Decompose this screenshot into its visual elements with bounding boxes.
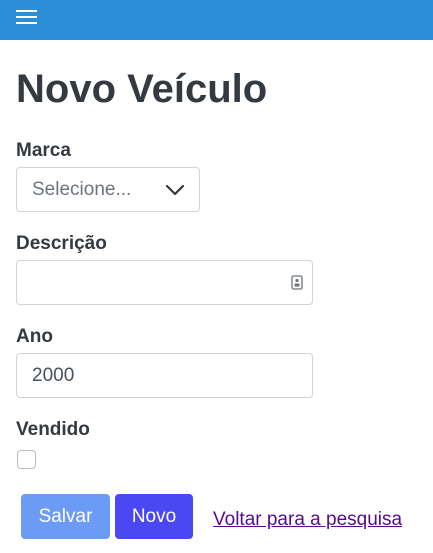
hamburger-line [16,22,37,24]
hamburger-line [16,16,37,18]
marca-selected-value: Selecione... [32,179,132,200]
hamburger-line [16,10,37,12]
top-navbar [0,0,433,40]
page-title: Novo Veículo [16,67,268,111]
ano-label: Ano [16,326,53,347]
vendido-checkbox[interactable] [17,450,36,469]
voltar-pesquisa-link[interactable]: Voltar para a pesquisa [213,509,402,531]
vendido-label: Vendido [16,419,90,440]
hamburger-menu-icon[interactable] [16,8,38,26]
salvar-button[interactable]: Salvar [21,494,110,539]
autofill-key-icon[interactable] [291,275,303,290]
descricao-input[interactable] [16,260,313,305]
ano-input[interactable] [16,353,313,398]
marca-select[interactable]: Selecione... [16,167,200,212]
novo-button[interactable]: Novo [115,494,193,539]
marca-label: Marca [16,140,71,161]
chevron-down-icon [165,184,185,196]
descricao-label: Descrição [16,233,107,254]
